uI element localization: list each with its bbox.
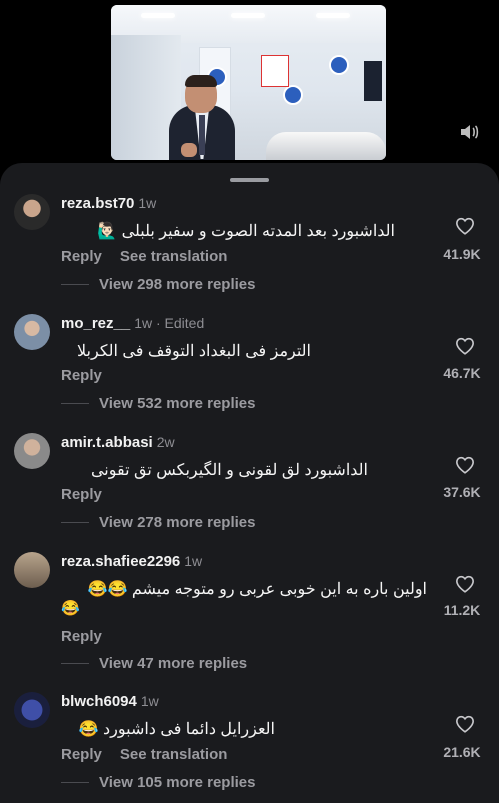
video-scene-screen	[364, 61, 382, 101]
reply-button[interactable]: Reply	[61, 628, 102, 645]
view-replies-button[interactable]: View 532 more replies	[61, 395, 255, 412]
video-scene-logo	[283, 85, 303, 105]
video-person-tie	[199, 115, 205, 155]
view-replies-label: View 278 more replies	[99, 514, 256, 531]
view-replies-label: View 47 more replies	[99, 655, 248, 672]
reply-button[interactable]: Reply	[61, 367, 102, 384]
view-replies-button[interactable]: View 47 more replies	[61, 655, 247, 672]
like-count: 46.7K	[443, 365, 481, 381]
like-button[interactable]	[438, 456, 492, 474]
comment-username[interactable]: reza.shafiee2296	[61, 553, 180, 570]
video-scene-sign	[261, 55, 289, 87]
avatar[interactable]	[14, 433, 50, 469]
sheet-drag-handle[interactable]	[230, 178, 269, 182]
video-preview-area	[0, 0, 499, 165]
avatar[interactable]	[14, 314, 50, 350]
heart-icon	[455, 575, 475, 593]
video-person-hair	[185, 75, 217, 87]
comment-header: amir.t.abbasi 2w	[61, 434, 175, 451]
like-count: 41.9K	[443, 246, 481, 262]
divider	[61, 403, 89, 404]
comment-actions: Reply See translation	[61, 746, 245, 763]
view-replies-label: View 105 more replies	[99, 774, 256, 791]
comment-actions: Reply See translation	[61, 248, 245, 265]
like-button[interactable]	[438, 217, 492, 235]
divider	[61, 522, 89, 523]
video-scene-logo	[329, 55, 349, 75]
view-replies-label: View 298 more replies	[99, 276, 256, 293]
like-count: 37.6K	[443, 484, 481, 500]
comment-username[interactable]: reza.bst70	[61, 195, 134, 212]
like-count: 21.6K	[443, 744, 481, 760]
comment-header: reza.bst70 1w	[61, 195, 156, 212]
comments-sheet: reza.bst70 1w الداشبورد بعد المدته الصوت …	[0, 163, 499, 803]
video-scene-light	[141, 13, 175, 18]
divider	[61, 782, 89, 783]
video-person-hand	[181, 143, 197, 157]
like-count: 11.2K	[443, 602, 481, 618]
heart-icon	[455, 456, 475, 474]
like-button[interactable]	[438, 575, 492, 593]
comment-actions: Reply	[61, 367, 120, 384]
reply-button[interactable]: Reply	[61, 248, 102, 265]
view-replies-button[interactable]: View 105 more replies	[61, 774, 255, 791]
reply-button[interactable]: Reply	[61, 486, 102, 503]
comment-actions: Reply	[61, 628, 120, 645]
comment-text: الداشبورد لق لقونى و الگیربکس تق تقونى	[90, 462, 368, 479]
comment-username[interactable]: mo_rez__	[61, 315, 130, 332]
comment-meta: 2w	[156, 434, 175, 450]
comment-text-line2: 😂	[61, 600, 80, 617]
heart-icon	[455, 217, 475, 235]
divider	[61, 284, 89, 285]
view-replies-button[interactable]: View 298 more replies	[61, 276, 255, 293]
video-scene-light	[316, 13, 350, 18]
comment-text: الترمز فى البغداد التوقف فى الكربلا	[76, 343, 311, 360]
comment-meta: 1w · Edited	[134, 315, 205, 331]
comment-text: الداشبورد بعد المدته الصوت و سفير بلبلى …	[97, 223, 395, 240]
comment-meta: 1w	[138, 195, 157, 211]
video-thumbnail[interactable]	[111, 5, 386, 160]
avatar[interactable]	[14, 552, 50, 588]
avatar[interactable]	[14, 692, 50, 728]
comment-meta: 1w	[140, 693, 159, 709]
comment-meta: 1w	[184, 553, 203, 569]
comment-username[interactable]: blwch6094	[61, 693, 137, 710]
video-scene-car	[266, 132, 386, 160]
video-scene-light	[231, 13, 265, 18]
volume-icon[interactable]	[458, 121, 480, 143]
comment-username[interactable]: amir.t.abbasi	[61, 434, 153, 451]
comment-header: reza.shafiee2296 1w	[61, 553, 202, 570]
divider	[61, 663, 89, 664]
like-button[interactable]	[438, 715, 492, 733]
comment-header: blwch6094 1w	[61, 693, 159, 710]
like-button[interactable]	[438, 337, 492, 355]
view-replies-label: View 532 more replies	[99, 395, 256, 412]
comment-actions: Reply	[61, 486, 120, 503]
avatar[interactable]	[14, 194, 50, 230]
comment-header: mo_rez__ 1w · Edited	[61, 315, 204, 332]
comment-text: اولین باره به این خوبی عربی رو متوجه میش…	[87, 581, 427, 598]
reply-button[interactable]: Reply	[61, 746, 102, 763]
comment-text: العزرایل دائما فی داشبورد 😂	[78, 721, 275, 738]
heart-icon	[455, 337, 475, 355]
view-replies-button[interactable]: View 278 more replies	[61, 514, 255, 531]
heart-icon	[455, 715, 475, 733]
see-translation-button[interactable]: See translation	[120, 248, 228, 265]
see-translation-button[interactable]: See translation	[120, 746, 228, 763]
